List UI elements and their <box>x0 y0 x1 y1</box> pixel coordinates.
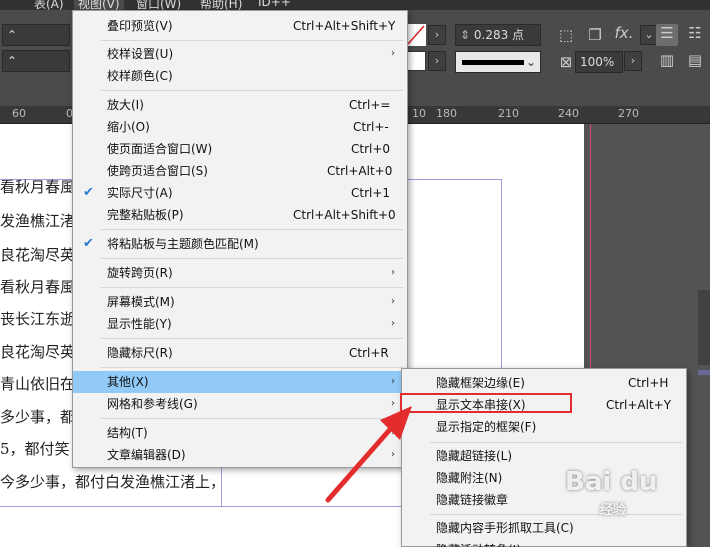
menu-window[interactable]: 窗口(W) <box>136 0 181 10</box>
ref-point-field[interactable]: ⌃ <box>2 24 70 46</box>
annotation-arrow-icon <box>325 406 412 503</box>
menu-separator <box>101 229 403 230</box>
menubar: 表(A) 视图(V) 窗口(W) 帮助(H) ID++ <box>0 0 710 10</box>
chevron-right-icon: › <box>391 296 395 307</box>
watermark-sub: 经验 <box>600 503 627 518</box>
ruler-tick: 210 <box>498 107 519 120</box>
menu-separator <box>101 258 403 259</box>
columns-icon[interactable]: ▥ <box>656 51 678 73</box>
stroke-weight-value: 0.283 点 <box>473 28 525 42</box>
menu-item-zoom-out[interactable]: 缩小(O) Ctrl+- <box>73 116 407 138</box>
checkmark-icon: ✔ <box>83 236 94 251</box>
ruler-tick: 240 <box>558 107 579 120</box>
document-text-line: 青山依旧在 <box>0 375 76 393</box>
menu-separator <box>430 514 682 515</box>
highlight-box <box>400 393 572 413</box>
document-text-line: 发渔樵江渚 <box>0 212 76 230</box>
menu-item-proof-colors[interactable]: 校样颜色(C) <box>73 65 407 87</box>
menu-item-extras[interactable]: 其他(X) › <box>73 371 407 393</box>
menu-help[interactable]: 帮助(H) <box>200 0 242 10</box>
menu-item-match-pasteboard[interactable]: ✔ 将粘贴板与主题颜色匹配(M) <box>73 233 407 255</box>
watermark-logo: Bai du <box>565 467 658 497</box>
scrollbar[interactable] <box>698 290 710 365</box>
fill-dropdown-button[interactable]: › <box>428 51 446 71</box>
align-justify-icon[interactable]: ☰ <box>656 24 678 46</box>
menu-separator <box>101 338 403 339</box>
menu-separator <box>101 287 403 288</box>
menu-view[interactable]: 视图(V) <box>74 0 124 10</box>
stroke-none-icon[interactable] <box>406 24 426 46</box>
align-options-icon[interactable]: ☷ <box>684 24 706 46</box>
menu-item-screen-mode[interactable]: 屏幕模式(M) › <box>73 291 407 313</box>
menu-item-overprint-preview[interactable]: 叠印预览(V) Ctrl+Alt+Shift+Y <box>73 15 407 37</box>
document-text-line: 多少事，都 <box>0 408 76 426</box>
document-text-line: 今多少事，都付白发渔樵江渚上， <box>0 473 226 491</box>
menu-item-entire-pasteboard[interactable]: 完整粘贴板(P) Ctrl+Alt+Shift+0 <box>73 204 407 226</box>
ruler-tick: 60 <box>12 107 26 120</box>
menu-table[interactable]: 表(A) <box>34 0 64 10</box>
opacity-icon: ⊠ <box>559 53 573 71</box>
menu-item-display-performance[interactable]: 显示性能(Y) › <box>73 313 407 335</box>
document-text-line: 5，都付笑 <box>0 440 70 458</box>
chevron-right-icon: › <box>391 267 395 278</box>
menu-item-hide-hyperlinks[interactable]: 隐藏超链接(L) <box>402 445 686 467</box>
menu-separator <box>101 367 403 368</box>
fill-swatch-icon[interactable] <box>406 51 426 71</box>
column-options-icon[interactable]: ▤ <box>684 51 706 73</box>
menu-idpp[interactable]: ID++ <box>258 0 291 9</box>
menu-separator <box>101 90 403 91</box>
document-text-line: 看秋月春風 <box>0 178 76 196</box>
document-text-line: 看秋月春風 <box>0 278 76 296</box>
effects-icon[interactable]: fx. <box>612 24 636 46</box>
ruler-tick: 270 <box>618 107 639 120</box>
chevron-right-icon: › <box>391 48 395 59</box>
chevron-right-icon: › <box>391 376 395 387</box>
menu-item-fit-spread[interactable]: 使跨页适合窗口(S) Ctrl+Alt+0 <box>73 160 407 182</box>
menu-item-zoom-in[interactable]: 放大(I) Ctrl+= <box>73 94 407 116</box>
scrollbar-thumb[interactable] <box>698 370 710 375</box>
document-text-line: 丧长江东逝 <box>0 310 76 328</box>
menu-item-show-assigned-frames[interactable]: 显示指定的框架(F) <box>402 416 686 438</box>
menu-item-hide-live-corners[interactable]: 隐藏活动转角(I) <box>402 539 686 547</box>
chevron-right-icon: › <box>391 318 395 329</box>
menu-item-hide-frame-edges[interactable]: 隐藏框架边缘(E) Ctrl+H <box>402 372 686 394</box>
stroke-type-select[interactable]: ⌄ <box>455 51 541 73</box>
frame-fitting-icon[interactable]: ⬚ <box>556 26 576 46</box>
menu-item-hide-content-grabber[interactable]: 隐藏内容手形抓取工具(C) <box>402 517 686 539</box>
menu-separator <box>430 442 682 443</box>
document-text-line: 良花淘尽英 <box>0 343 76 361</box>
menu-item-fit-page[interactable]: 使页面适合窗口(W) Ctrl+0 <box>73 138 407 160</box>
ruler-tick: 180 <box>436 107 457 120</box>
menu-item-actual-size[interactable]: ✔ 实际尺寸(A) Ctrl+1 <box>73 182 407 204</box>
opacity-field[interactable]: 100% <box>575 51 623 73</box>
document-text-line: 良花淘尽英 <box>0 246 76 264</box>
checkmark-icon: ✔ <box>83 185 94 200</box>
opacity-dropdown-button[interactable]: › <box>624 51 642 71</box>
ref-point-field-2[interactable]: ⌃ <box>2 50 70 72</box>
chevron-down-icon: ⌄ <box>525 55 536 69</box>
stroke-dropdown-button[interactable]: › <box>428 25 446 45</box>
menu-item-rotate-spread[interactable]: 旋转跨页(R) › <box>73 262 407 284</box>
menu-separator <box>101 40 403 41</box>
stroke-line-preview <box>462 60 524 65</box>
stroke-weight-field[interactable]: ⇕ 0.283 点 <box>455 24 541 46</box>
menu-item-proof-setup[interactable]: 校样设置(U) › <box>73 43 407 65</box>
ruler-tick: 10 <box>412 107 426 120</box>
menu-item-hide-rulers[interactable]: 隐藏标尺(R) Ctrl+R <box>73 342 407 364</box>
stepper-icon[interactable]: ⇕ <box>460 28 470 42</box>
shadow-box-icon[interactable]: ❐ <box>585 26 605 46</box>
